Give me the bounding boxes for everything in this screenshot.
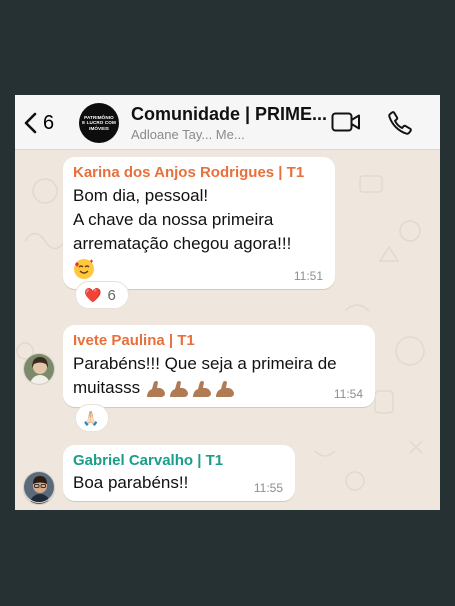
message-line: Parabéns!!! Que seja a primeira de — [73, 354, 337, 373]
message-time: 11:54 — [333, 387, 363, 401]
message-line: Bom dia, pessoal! — [73, 186, 209, 205]
back-button[interactable]: 6 — [23, 109, 73, 137]
message-text: Bom dia, pessoal! A chave da nossa prime… — [73, 184, 325, 280]
group-avatar[interactable]: PATRIMÔNIO E LUCRO COM IMÓVEIS — [79, 103, 119, 143]
smiling-face-with-hearts-icon — [73, 256, 325, 280]
avatar-karina[interactable] — [23, 353, 55, 385]
video-call-icon[interactable] — [331, 111, 361, 133]
message-line: muitasss — [73, 378, 141, 397]
unread-count: 6 — [43, 111, 55, 134]
sender-name: Gabriel Carvalho | T1 — [73, 452, 224, 469]
group-info[interactable]: Comunidade | PRIME... Adloane Tay... Me.… — [131, 104, 327, 142]
message-bubble-ivete[interactable]: Ivete Paulina | T1 Parabéns!!! Que seja … — [63, 325, 375, 407]
reaction-count: 6 — [107, 286, 116, 304]
flexed-biceps-icon — [145, 378, 237, 397]
chat-screen: 6 PATRIMÔNIO E LUCRO COM IMÓVEIS Comunid… — [15, 95, 440, 510]
message-time: 11:55 — [253, 481, 283, 495]
message-line: A chave da nossa primeira — [73, 210, 274, 229]
group-avatar-text: PATRIMÔNIO E LUCRO COM IMÓVEIS — [82, 114, 116, 131]
folded-hands-icon: 🙏🏻 — [82, 409, 100, 426]
reaction-badge[interactable]: ❤️ 6 — [75, 281, 129, 309]
heart-icon: ❤️ — [84, 286, 102, 303]
message-line: arrematação chegou agora!!! — [73, 234, 292, 253]
message-text: Parabéns!!! Que seja a primeira de muita… — [73, 352, 365, 400]
message-time: 11:51 — [293, 269, 323, 283]
message-line-with-emoji: muitasss — [73, 376, 365, 400]
group-members: Adloane Tay... Me... — [131, 127, 245, 142]
avatar-gabriel[interactable] — [23, 471, 55, 503]
sender-name: Ivete Paulina | T1 — [73, 332, 195, 349]
chevron-left-icon — [24, 112, 37, 134]
message-bubble-gabriel[interactable]: Gabriel Carvalho | T1 Boa parabéns!! 11:… — [63, 445, 295, 501]
message-list[interactable]: Karina dos Anjos Rodrigues | T1 Bom dia,… — [15, 151, 440, 510]
message-bubble-karina[interactable]: Karina dos Anjos Rodrigues | T1 Bom dia,… — [63, 157, 335, 289]
chat-header: 6 PATRIMÔNIO E LUCRO COM IMÓVEIS Comunid… — [15, 95, 440, 150]
reaction-badge[interactable]: 🙏🏻 — [75, 404, 109, 432]
group-title: Comunidade | PRIME... — [131, 104, 327, 124]
sender-name: Karina dos Anjos Rodrigues | T1 — [73, 164, 305, 181]
phone-call-icon[interactable] — [387, 110, 413, 136]
